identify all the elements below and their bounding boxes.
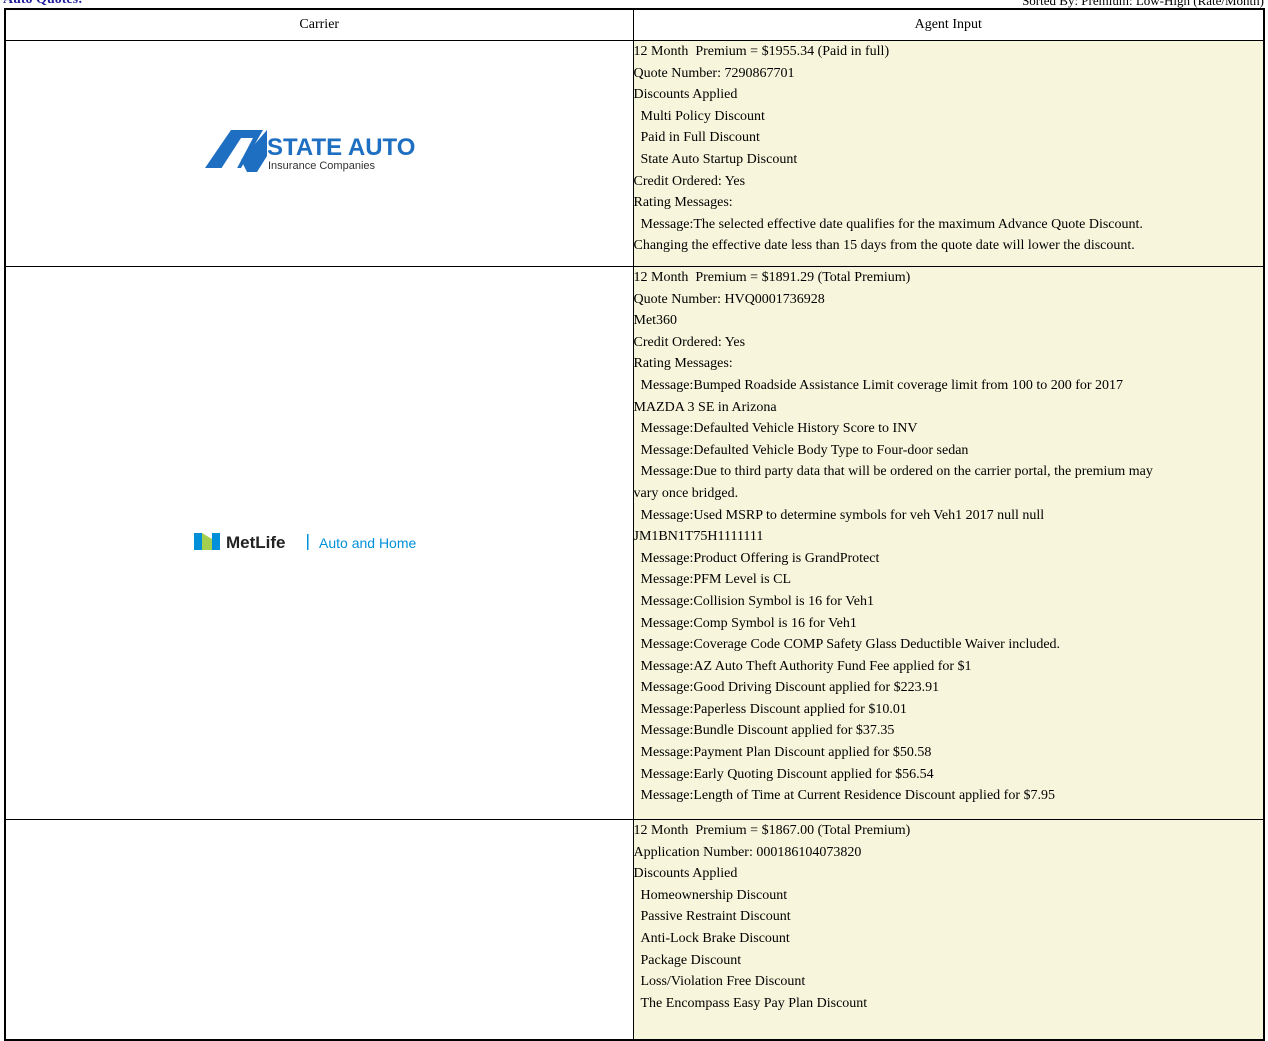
- table-row: STATE AUTO Insurance Companies 12 Month …: [4, 40, 1265, 267]
- detail-line: MAZDA 3 SE in Arizona: [633, 399, 777, 415]
- detail-line: Message:Good Driving Discount applied fo…: [633, 680, 940, 696]
- detail-line: Message:Due to third party data that wil…: [633, 464, 1153, 480]
- detail-line: Message:The selected effective date qual…: [633, 216, 1143, 232]
- carrier-cell: MetLife Auto and Home: [4, 266, 634, 820]
- detail-line: JM1BN1T75H1111111: [633, 529, 764, 545]
- agent-input-cell: 12 Month Premium = $1867.00 (Total Premi…: [632, 819, 1265, 1040]
- state-auto-logo-sub: Insurance Companies: [268, 160, 376, 172]
- metlife-logo-sub: Auto and Home: [319, 535, 416, 551]
- detail-line: Message:Comp Symbol is 16 for Veh1: [633, 615, 857, 631]
- detail-line: Package Discount: [633, 952, 742, 968]
- agent-input-cell: 12 Month Premium = $1955.34 (Paid in ful…: [632, 40, 1265, 267]
- quote-number-line: Quote Number: HVQ0001736928: [633, 291, 825, 307]
- detail-line: The Encompass Easy Pay Plan Discount: [633, 995, 868, 1011]
- column-header-carrier: Carrier: [4, 8, 634, 41]
- detail-line: Passive Restraint Discount: [633, 909, 791, 925]
- premium-line: 12 Month Premium = $1867.00 (Total Premi…: [633, 823, 911, 838]
- detail-line: Message:PFM Level is CL: [633, 572, 792, 588]
- detail-line: Discounts Applied: [633, 866, 738, 882]
- detail-line: Message:Paperless Discount applied for $…: [633, 701, 907, 717]
- metlife-logo-main: MetLife: [226, 533, 286, 552]
- detail-line: Discounts Applied: [633, 87, 738, 103]
- detail-line: Rating Messages:: [633, 356, 733, 372]
- metlife-logo: MetLife Auto and Home: [194, 529, 444, 558]
- detail-line: Message:Payment Plan Discount applied fo…: [633, 745, 932, 761]
- detail-line: Changing the effective date less than 15…: [633, 238, 1135, 254]
- state-auto-logo-main: STATE AUTO: [267, 134, 415, 161]
- detail-line: Paid in Full Discount: [633, 130, 760, 146]
- detail-line: Message:AZ Auto Theft Authority Fund Fee…: [633, 658, 972, 674]
- header-row: Carrier Agent Input: [4, 8, 1265, 41]
- detail-line: Message:Collision Symbol is 16 for Veh1: [633, 593, 874, 609]
- carrier-cell: [4, 819, 634, 1040]
- table-row: 12 Month Premium = $1867.00 (Total Premi…: [4, 819, 1265, 1040]
- detail-line: Message:Early Quoting Discount applied f…: [633, 766, 934, 782]
- detail-line: vary once bridged.: [633, 485, 739, 501]
- column-header-agent-input: Agent Input: [632, 8, 1265, 41]
- agent-input-cell: 12 Month Premium = $1891.29 (Total Premi…: [632, 266, 1265, 820]
- detail-line: Anti-Lock Brake Discount: [633, 930, 790, 946]
- detail-line: Message:Coverage Code COMP Safety Glass …: [633, 637, 1061, 653]
- detail-line: Credit Ordered: Yes: [633, 173, 746, 189]
- sort-indicator: Sorted By: Premium: Low-High (Rate/Month…: [1022, 0, 1264, 8]
- detail-line: Multi Policy Discount: [633, 108, 765, 124]
- table-row: MetLife Auto and Home 12 Month Premium =…: [4, 266, 1265, 820]
- application-number-line: Application Number: 000186104073820: [633, 844, 862, 860]
- premium-line: 12 Month Premium = $1955.34 (Paid in ful…: [633, 44, 890, 59]
- detail-line: Loss/Violation Free Discount: [633, 974, 806, 990]
- page-title: Auto Quotes:: [3, 0, 83, 8]
- detail-line: State Auto Startup Discount: [633, 151, 798, 167]
- carrier-cell: STATE AUTO Insurance Companies: [4, 40, 634, 267]
- state-auto-logo: STATE AUTO Insurance Companies: [201, 126, 437, 181]
- detail-line: Message:Used MSRP to determine symbols f…: [633, 507, 1045, 523]
- detail-line: Credit Ordered: Yes: [633, 334, 746, 350]
- quote-number-line: Quote Number: 7290867701: [633, 65, 795, 81]
- detail-line: Message:Length of Time at Current Reside…: [633, 788, 1055, 804]
- detail-line: Message:Defaulted Vehicle Body Type to F…: [633, 442, 969, 458]
- quotes-table: Carrier Agent Input STATE AUTO Insurance…: [4, 8, 1265, 1041]
- detail-line: Message:Product Offering is GrandProtect: [633, 550, 880, 566]
- detail-line: Message:Defaulted Vehicle History Score …: [633, 421, 918, 437]
- detail-line: Met360: [633, 313, 678, 329]
- detail-line: Message:Bumped Roadside Assistance Limit…: [633, 377, 1124, 393]
- premium-line: 12 Month Premium = $1891.29 (Total Premi…: [633, 270, 911, 285]
- detail-line: Homeownership Discount: [633, 887, 788, 903]
- detail-line: Rating Messages:: [633, 195, 733, 211]
- detail-line: Message:Bundle Discount applied for $37.…: [633, 723, 895, 739]
